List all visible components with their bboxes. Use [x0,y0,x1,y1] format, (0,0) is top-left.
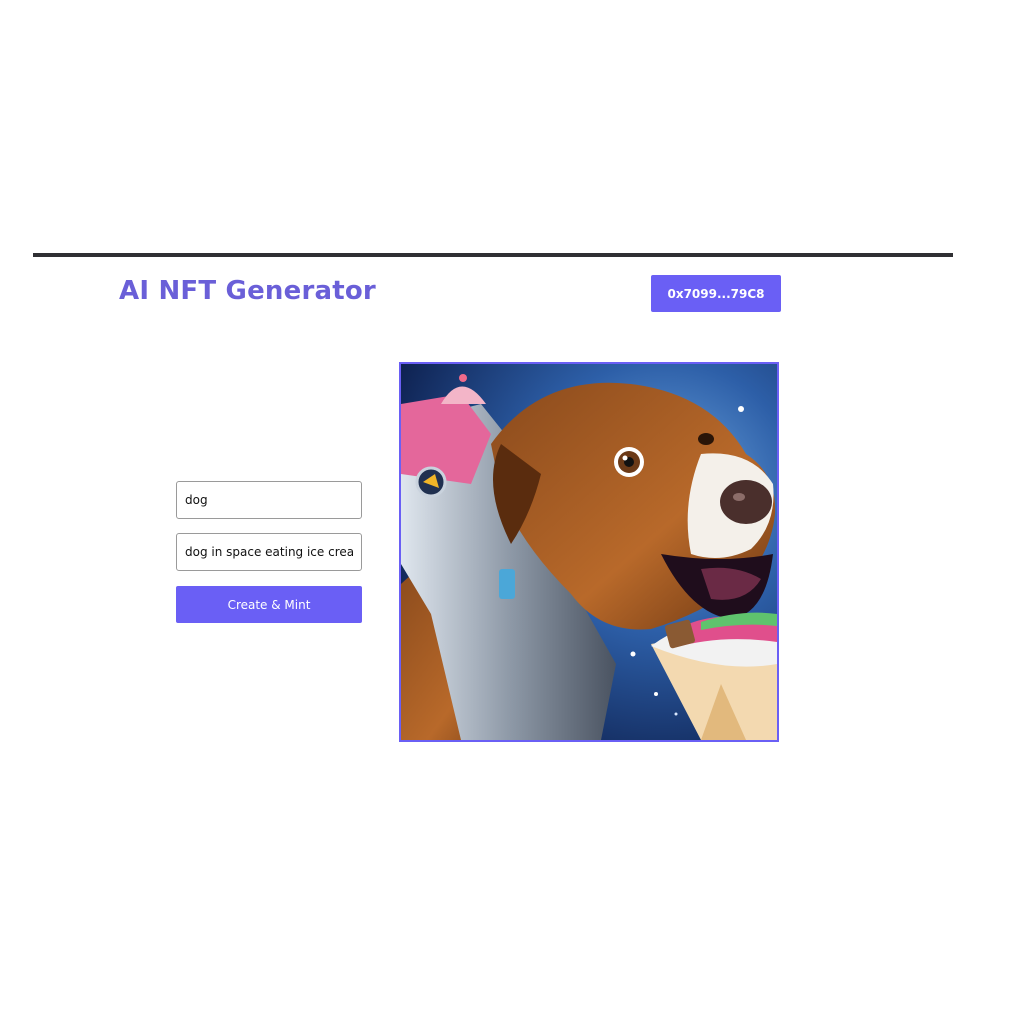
nft-name-input[interactable] [176,481,362,519]
create-and-mint-button[interactable]: Create & Mint [176,586,362,623]
header-divider [33,253,953,257]
mint-form: Create & Mint [176,481,362,623]
page-title: AI NFT Generator [119,276,376,306]
nft-description-input[interactable] [176,533,362,571]
generated-image-preview [399,362,779,742]
wallet-address-button[interactable]: 0x7099...79C8 [651,275,781,312]
dog-in-space-image [401,364,777,740]
